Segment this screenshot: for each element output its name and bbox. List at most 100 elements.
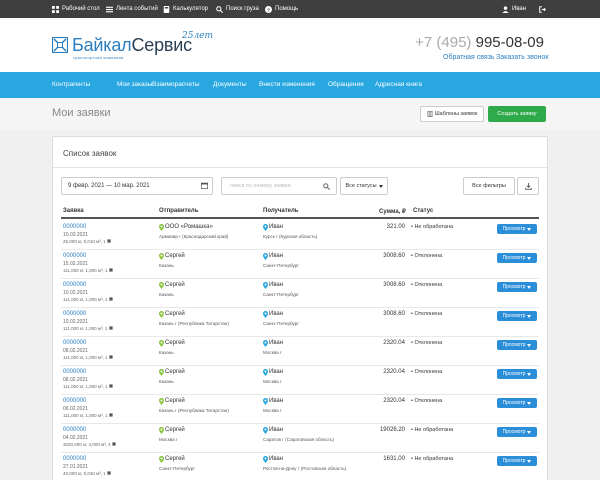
search-submit-button[interactable]: [321, 180, 331, 192]
create-order-button[interactable]: Создать заявку: [488, 106, 546, 122]
templates-button[interactable]: Шаблоны заявок: [420, 106, 484, 122]
order-status: • Не обработана: [411, 427, 454, 433]
view-order-button[interactable]: Просмотр: [497, 253, 537, 263]
table-row[interactable]: 0000000 10.02.2021 111,000 кг, 1,000 м³, 1…: [61, 308, 539, 337]
sender-name: Сергей: [165, 369, 185, 375]
topbar-desktop-link[interactable]: Рабочий стол: [52, 0, 100, 18]
sender-city: Казань: [159, 379, 174, 384]
sender-pin-icon: [159, 282, 164, 289]
view-order-button[interactable]: Просмотр: [497, 311, 537, 321]
view-order-button[interactable]: Просмотр: [497, 398, 537, 408]
order-sum: 1631.00: [383, 456, 405, 462]
order-call-link[interactable]: Заказать звонок: [496, 54, 548, 61]
receiver-city: Москва г: [263, 350, 282, 355]
sender-city: Казань: [159, 350, 174, 355]
column-header-order: Заявка: [63, 208, 84, 214]
topbar-help-link[interactable]: ? Помощь: [265, 0, 298, 18]
sender-pin-icon: [159, 369, 164, 376]
logo-text-part1: Байкал: [72, 35, 132, 55]
order-number-link[interactable]: 0000000: [63, 253, 86, 259]
order-date: 06.02.2021: [63, 406, 89, 412]
order-number-link[interactable]: 0000000: [63, 398, 86, 404]
column-header-sender: Отправитель: [159, 208, 199, 214]
order-cargo-meta: 111,000 кг, 1,000 м³, 1: [63, 297, 113, 302]
topbar-feed-link[interactable]: Лента событий: [106, 0, 158, 18]
receiver-pin-icon: [263, 224, 268, 231]
export-button[interactable]: [517, 177, 539, 195]
table-row[interactable]: 0000000 06.02.2021 111,000 кг, 1,000 м³, 1…: [61, 395, 539, 424]
table-row[interactable]: 0000000 04.02.2021 3020,000 кг, 4,000 м³, …: [61, 424, 539, 453]
view-order-button[interactable]: Просмотр: [497, 282, 537, 292]
calendar-icon: [201, 182, 208, 189]
order-number-link[interactable]: 0000000: [63, 340, 86, 346]
order-search-input[interactable]: [221, 177, 337, 195]
table-row[interactable]: 0000000 08.02.2021 111,000 кг, 1,000 м³, 1…: [61, 366, 539, 395]
logo-mark-icon: [52, 37, 68, 53]
table-row[interactable]: 0000000 08.02.2021 111,000 кг, 1,000 м³, 1…: [61, 337, 539, 366]
box-icon: [109, 326, 113, 330]
view-order-label: Просмотр: [502, 400, 526, 406]
feedback-link[interactable]: Обратная связь: [443, 54, 495, 61]
nav-item-my-orders[interactable]: Мои заказы: [117, 72, 152, 98]
receiver-city: Саратов г (Саратовская область): [263, 437, 334, 442]
order-number-link[interactable]: 0000000: [63, 282, 86, 288]
download-icon: [524, 182, 532, 190]
topbar-user-name: Иван: [512, 6, 527, 12]
logout-button[interactable]: [539, 0, 546, 18]
all-filters-button[interactable]: Все фильтры: [463, 177, 515, 195]
nav-item-settlements[interactable]: Взаиморасчеты: [152, 72, 200, 98]
topbar-cargo-search-link[interactable]: Поиск груза: [216, 0, 259, 18]
order-number-link[interactable]: 0000000: [63, 427, 86, 433]
sender-name: Сергей: [165, 340, 185, 346]
page-title: Мои заявки: [52, 107, 111, 119]
table-row[interactable]: 0000000 10.02.2021 111,000 кг, 1,000 м³, 1…: [61, 279, 539, 308]
order-number-link[interactable]: 0000000: [63, 369, 86, 375]
order-number-link[interactable]: 0000000: [63, 311, 86, 317]
receiver-pin-icon: [263, 427, 268, 434]
nav-item-make-changes[interactable]: Внести изменения: [259, 72, 315, 98]
order-sum: 19026.20: [379, 427, 405, 433]
view-order-button[interactable]: Просмотр: [497, 456, 537, 466]
view-order-button[interactable]: Просмотр: [497, 224, 537, 234]
logo-subtitle: транспортная компания: [73, 55, 124, 60]
templates-button-label: Шаблоны заявок: [434, 111, 478, 117]
receiver-name: Иван: [269, 224, 284, 230]
sender-name: Сергей: [165, 456, 185, 462]
view-order-button[interactable]: Просмотр: [497, 340, 537, 350]
caret-down-icon: [527, 401, 532, 405]
topbar-desktop-label: Рабочий стол: [62, 6, 100, 12]
table-row[interactable]: 0000000 27.01.2021 40,000 кг, 0,040 м³, 1 …: [61, 453, 539, 480]
logo-text: БайкалСервис: [72, 35, 192, 55]
status-filter-select[interactable]: Все статусы: [340, 177, 388, 195]
order-cargo-text: 111,000 кг, 1,000 м³, 1: [63, 413, 108, 418]
nav-item-counterparties[interactable]: Контрагенты: [52, 72, 90, 98]
sender-city: Санкт-Петербург: [159, 466, 196, 471]
order-cargo-meta: 25,000 кг, 0,010 м³, 1: [63, 239, 111, 244]
view-order-button[interactable]: Просмотр: [497, 427, 537, 437]
order-number-link[interactable]: 0000000: [63, 456, 86, 462]
topbar-calculator-link[interactable]: Калькулятор: [163, 0, 208, 18]
order-cargo-meta: 111,000 кг, 1,000 м³, 1: [63, 355, 113, 360]
order-date: 08.02.2021: [63, 348, 89, 354]
nav-item-address-book[interactable]: Адресная книга: [375, 72, 422, 98]
company-logo[interactable]: БайкалСервис транспортная компания 25лет: [52, 31, 213, 60]
date-range-picker[interactable]: 9 февр. 2021 — 10 мар. 2021: [61, 177, 213, 195]
caret-down-icon: [527, 430, 532, 434]
view-order-button[interactable]: Просмотр: [497, 369, 537, 379]
caret-down-icon: [527, 459, 532, 463]
order-number-link[interactable]: 0000000: [63, 224, 86, 230]
user-icon: [502, 5, 509, 13]
topbar-calculator-label: Калькулятор: [173, 6, 209, 12]
table-row[interactable]: 0000000 10.03.2021 25,000 кг, 0,010 м³, 1 …: [61, 221, 539, 250]
topbar-user-menu[interactable]: Иван: [502, 0, 526, 18]
receiver-name: Иван: [269, 282, 284, 288]
box-icon: [112, 442, 116, 446]
box-icon: [109, 297, 113, 301]
order-cargo-text: 3020,000 кг, 4,000 м³, 4: [63, 442, 111, 447]
view-order-label: Просмотр: [502, 429, 526, 435]
nav-item-requests[interactable]: Обращения: [328, 72, 364, 98]
order-sum: 3008.60: [383, 253, 405, 259]
table-row[interactable]: 0000000 15.02.2021 111,000 кг, 1,000 м³, 1…: [61, 250, 539, 279]
svg-text:?: ?: [267, 7, 270, 12]
nav-item-documents[interactable]: Документы: [213, 72, 247, 98]
